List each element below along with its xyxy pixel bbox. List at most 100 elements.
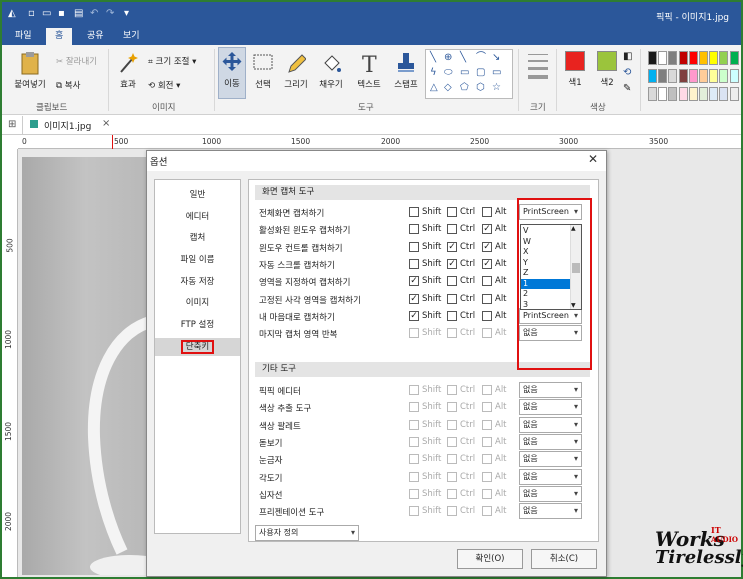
palette-swatch[interactable]	[668, 69, 678, 83]
shift-checkbox[interactable]	[409, 454, 419, 465]
ctrl-checkbox[interactable]	[447, 276, 457, 287]
ctrl-checkbox[interactable]	[447, 454, 457, 465]
shift-checkbox[interactable]	[409, 258, 419, 269]
ctrl-checkbox[interactable]	[447, 402, 457, 413]
shift-checkbox[interactable]	[409, 488, 419, 499]
line-shape-icon[interactable]: ╲	[430, 53, 436, 63]
close-tab-icon[interactable]: ×	[102, 118, 110, 129]
shift-checkbox[interactable]: ✓	[409, 310, 419, 321]
tab-file[interactable]: 파일	[6, 28, 41, 45]
alt-checkbox[interactable]: ✓	[482, 258, 492, 269]
dropdown-scrollbar[interactable]: ▲ ▼	[570, 225, 581, 309]
palette-swatch[interactable]	[688, 69, 698, 83]
palette-swatch[interactable]	[668, 51, 678, 65]
alt-checkbox[interactable]	[482, 454, 492, 465]
redo-icon[interactable]: ↷	[106, 8, 114, 19]
ctrl-checkbox[interactable]	[447, 207, 457, 217]
shift-checkbox[interactable]	[409, 471, 419, 482]
curve-shape-icon[interactable]: ⌒	[476, 53, 486, 63]
ctrl-checkbox[interactable]	[447, 328, 457, 339]
diamond-shape-icon[interactable]: ◇	[444, 83, 452, 93]
eyedropper-icon[interactable]: ✎	[623, 83, 631, 94]
dropdown-option[interactable]: Z	[521, 268, 571, 279]
dropdown-option[interactable]: X	[521, 247, 571, 258]
palette-swatch[interactable]	[658, 51, 668, 65]
plus-circle-shape-icon[interactable]: ⊕	[444, 53, 452, 63]
alt-checkbox[interactable]	[482, 419, 492, 430]
nav-item-capture[interactable]: 캡처	[155, 229, 240, 247]
ok-button[interactable]: 확인(O)	[457, 549, 523, 569]
tab-share[interactable]: 공유	[78, 28, 113, 45]
palette-swatch[interactable]	[719, 51, 729, 65]
shapes-gallery[interactable]: ╲ ⊕ ╲ ⌒ ↘ ϟ ⬭ ▭ ▢ ▭ △ ◇ ⬠ ⬡ ☆	[425, 49, 513, 99]
new-file-icon[interactable]: ▫	[28, 8, 35, 19]
ctrl-checkbox[interactable]	[447, 506, 457, 517]
ctrl-checkbox[interactable]	[447, 436, 457, 447]
shift-checkbox[interactable]	[409, 328, 419, 339]
move-tool-button[interactable]: 이동	[218, 47, 246, 99]
nav-item-editor[interactable]: 에디터	[155, 208, 240, 226]
palette-swatch[interactable]	[678, 69, 688, 83]
ctrl-checkbox[interactable]	[447, 471, 457, 482]
shift-checkbox[interactable]	[409, 241, 419, 252]
color-picker-icon[interactable]: ◧	[623, 51, 632, 62]
palette-swatch[interactable]	[709, 51, 719, 65]
rounded-rect-shape-icon[interactable]: ▢	[476, 68, 485, 78]
palette-swatch[interactable]	[729, 87, 739, 101]
ctrl-checkbox[interactable]	[447, 224, 457, 235]
select-tool-button[interactable]: 선택	[250, 51, 276, 90]
alt-checkbox[interactable]	[482, 471, 492, 482]
ctrl-checkbox[interactable]	[447, 488, 457, 499]
palette-swatch[interactable]	[699, 51, 708, 65]
size-button[interactable]	[524, 51, 552, 84]
dropdown-option[interactable]: 1	[521, 278, 571, 289]
ctrl-checkbox[interactable]	[447, 419, 457, 430]
alt-checkbox[interactable]: ✓	[482, 241, 492, 252]
hotkey-select[interactable]: 없음 ▾	[519, 399, 582, 416]
dropdown-option[interactable]: 2	[521, 289, 571, 300]
ctrl-checkbox[interactable]: ✓	[447, 258, 457, 269]
alt-checkbox[interactable]	[482, 207, 492, 217]
alt-checkbox[interactable]	[482, 310, 492, 321]
grid-view-icon[interactable]: ⊞	[8, 119, 16, 130]
hotkey-select[interactable]: 없음 ▾	[519, 382, 582, 398]
diagonal-line-shape-icon[interactable]: ╲	[460, 53, 466, 63]
alt-checkbox[interactable]	[482, 276, 492, 287]
resize-button[interactable]: ⌗ 크기 조절 ▾	[148, 55, 196, 67]
shift-checkbox[interactable]: ✓	[409, 276, 419, 287]
palette-swatch[interactable]	[658, 87, 668, 101]
nav-item-image[interactable]: 이미지	[155, 294, 240, 312]
hotkey-select[interactable]: 없음 ▾	[519, 433, 582, 450]
nav-item-general[interactable]: 일반	[155, 186, 240, 204]
alt-checkbox[interactable]: ✓	[482, 224, 492, 235]
alt-checkbox[interactable]	[482, 506, 492, 517]
dropdown-option[interactable]: Y	[521, 258, 571, 269]
hotkey-select[interactable]: 없음 ▾	[519, 503, 582, 520]
hotkey-select[interactable]: 없음 ▾	[519, 451, 582, 468]
cut-button[interactable]: ✂ 잘라내기	[56, 55, 97, 67]
tab-view[interactable]: 보기	[114, 28, 149, 45]
ctrl-checkbox[interactable]	[447, 310, 457, 321]
nav-item-autosave[interactable]: 자동 저장	[155, 273, 240, 291]
palette-swatch[interactable]	[648, 51, 657, 65]
ctrl-checkbox[interactable]	[447, 293, 457, 304]
swap-colors-icon[interactable]: ⟲	[623, 67, 631, 78]
alt-checkbox[interactable]	[482, 385, 492, 395]
dropdown-option[interactable]: V	[521, 226, 571, 237]
rectangle-shape-icon[interactable]: ▭	[460, 68, 469, 78]
alt-checkbox[interactable]	[482, 293, 492, 304]
rotate-button[interactable]: ⟲ 회전 ▾	[148, 79, 180, 91]
save-icon[interactable]: ▪	[58, 8, 65, 19]
palette-swatch[interactable]	[688, 51, 698, 65]
palette-swatch[interactable]	[709, 87, 719, 101]
palette-swatch[interactable]	[678, 51, 688, 65]
palette-swatch[interactable]	[648, 87, 657, 101]
cancel-button[interactable]: 취소(C)	[531, 549, 597, 569]
palette-swatch[interactable]	[688, 87, 698, 101]
draw-tool-button[interactable]: 그리기	[282, 51, 310, 90]
fill-tool-button[interactable]: 채우기	[316, 51, 346, 90]
nav-item-ftp[interactable]: FTP 설정	[155, 316, 240, 334]
shift-checkbox[interactable]	[409, 506, 419, 517]
preset-select[interactable]: 사용자 정의 ▾	[255, 525, 359, 541]
shift-checkbox[interactable]	[409, 436, 419, 447]
